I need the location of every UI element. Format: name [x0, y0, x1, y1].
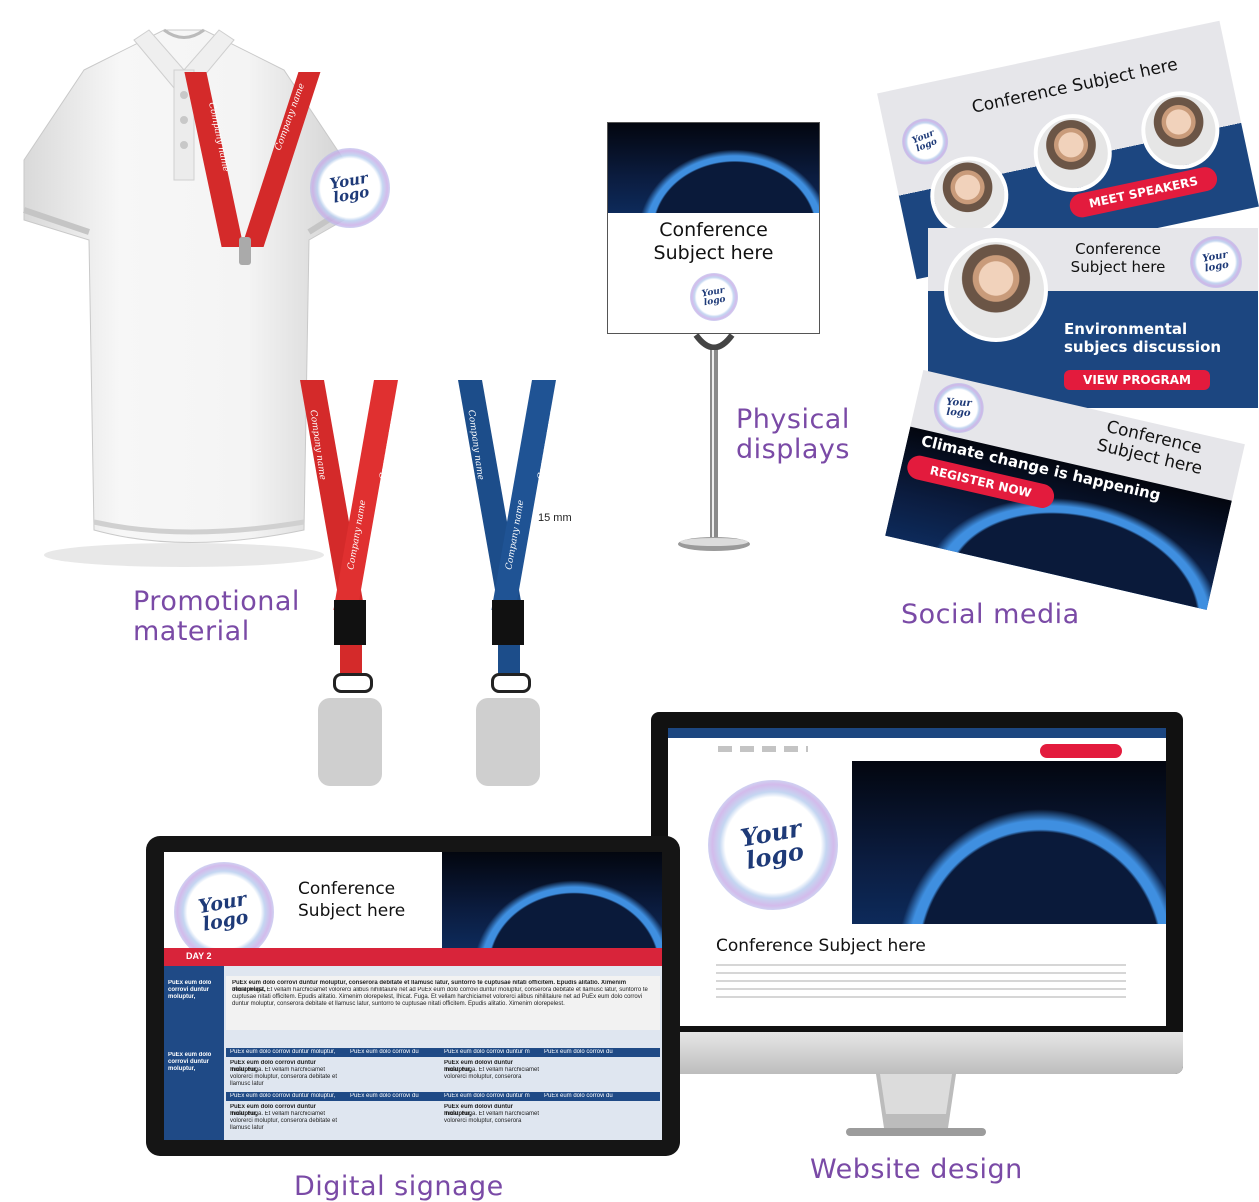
sign-title-line-1: Conference: [659, 219, 768, 241]
caption-physical: Physical displays: [736, 404, 850, 465]
signage-row-label-2: PuEx eum dolo corrovi duntur moluptur,: [168, 1052, 212, 1072]
signage-table: PuEx eum dolo corrovi duntur moluptur, P…: [164, 966, 662, 1140]
card2-title: Conference Subject here: [1058, 240, 1178, 276]
card1-speaker-photo-3: [1134, 83, 1227, 177]
signage-intro-text: Ihicat. Fuga. Et vellam harchiciamet vol…: [232, 987, 648, 1007]
signage-screen: Your logo Conference Subject here DAY 2 P…: [164, 852, 662, 1140]
signage-col-header-4: PuEx eum dolo corrovi du: [544, 1049, 613, 1055]
lanyard-hook: [333, 673, 373, 693]
caption-promotional: Promotional material: [133, 586, 300, 647]
card3-logo-2: logo: [946, 406, 971, 419]
signage-col-header-7: PuEx eum dolo corrovi duntur m: [444, 1093, 530, 1099]
card3-logo: Your logo: [928, 378, 989, 438]
lanyard-hook-blue: [491, 673, 531, 693]
signage-cell-text-3: Ihicat. Fuga. Et vellam harchiciamet vol…: [230, 1111, 338, 1131]
card1-speaker-photo-2: [1026, 106, 1120, 200]
shirt-logo: Your logo: [310, 148, 390, 228]
card2-title-2: Subject here: [1070, 258, 1166, 276]
signage-title-2: Subject here: [298, 901, 406, 921]
signage-day-label: DAY 2: [186, 951, 212, 961]
signage-row-label-1: PuEx eum dolo corrovi duntur moluptur,: [168, 980, 212, 1000]
view-program-button[interactable]: VIEW PROGRAM: [1064, 370, 1210, 390]
monitor-stand: [836, 1074, 996, 1138]
lanyard-clip: [239, 237, 251, 265]
card2-topic: Environmental subjecs discussion: [1064, 320, 1221, 356]
website-cta-button[interactable]: [1040, 744, 1122, 758]
social-card-2: Conference Subject here Your logo Environ…: [928, 228, 1258, 408]
monitor-chin: [651, 1032, 1183, 1074]
card2-title-1: Conference: [1075, 240, 1161, 258]
lanyard-stopper: [334, 600, 366, 645]
website-title: Conference Subject here: [716, 936, 926, 956]
card2-topic-1: Environmental: [1064, 320, 1188, 338]
sign-logo-2: logo: [703, 294, 727, 308]
website-logo: Your logo: [708, 780, 838, 910]
blue-lanyard: Company name Company name Company name: [458, 380, 568, 790]
card2-topic-2: subjecs discussion: [1064, 338, 1222, 356]
signage-earth-image: [442, 852, 662, 948]
badge-holder-blue: [476, 698, 540, 786]
signage-col-header-6: PuEx eum dolo corrovi du: [350, 1093, 419, 1099]
caption-website: Website design: [810, 1154, 1023, 1185]
signage-col-header-8: PuEx eum dolo corrovi du: [544, 1093, 613, 1099]
signage-day-bar: DAY 2: [164, 948, 662, 966]
card1-logo: Your logo: [897, 114, 953, 169]
signage-col-header-3: PuEx eum dolo corrovi duntur m: [444, 1049, 530, 1055]
website-hero-image: [852, 761, 1166, 924]
signage-cell-text-4: Ihicat. Fuga. Et vellam harchiciamet vol…: [444, 1111, 540, 1124]
website-body-text: [716, 964, 1126, 1004]
card2-speaker-photo: [944, 238, 1048, 342]
website-topbar: [668, 728, 1166, 738]
website-nav: [718, 746, 808, 752]
sign-title: Conference Subject here: [608, 219, 819, 265]
display-sign: Conference Subject here Your logo: [607, 122, 820, 334]
badge-holder: [318, 698, 382, 786]
signage-cell-text-1: Ihicat. Fuga. Et vellam harchiciamet vol…: [230, 1067, 338, 1087]
caption-signage: Digital signage: [294, 1171, 504, 1202]
signage-logo: Your logo: [174, 862, 274, 962]
signage-col-header-5: PuEx eum dolo corrovi duntur moluptur,: [230, 1093, 336, 1099]
signage-col-header-1: PuEx eum dolo corrovi duntur moluptur,: [230, 1049, 336, 1055]
signage-col-header-2: PuEx eum dolo corrovi du: [350, 1049, 419, 1055]
sign-earth-image: [608, 123, 819, 213]
desktop-monitor: Your logo Conference Subject here: [651, 712, 1183, 1074]
sign-title-line-2: Subject here: [653, 242, 774, 264]
signage-tablet: Your logo Conference Subject here DAY 2 P…: [146, 836, 680, 1156]
signage-cell-text-2: Ihicat. Fuga. Et vellam harchiciamet vol…: [444, 1067, 540, 1080]
card2-logo: Your logo: [1190, 236, 1242, 288]
caption-social: Social media: [901, 599, 1080, 630]
website-screen: Your logo Conference Subject here: [668, 728, 1166, 1026]
lanyard-stopper-blue: [492, 600, 524, 645]
red-lanyard: Company name Company name Company name: [300, 380, 410, 790]
signage-title: Conference Subject here: [298, 878, 405, 922]
dimension-marker: 15 mm: [538, 512, 572, 524]
dimension-label: 15 mm: [538, 512, 572, 524]
shirt-lanyard: Company name Company name: [184, 72, 321, 292]
sign-logo: Your logo: [690, 273, 738, 321]
signage-title-1: Conference: [298, 879, 396, 899]
